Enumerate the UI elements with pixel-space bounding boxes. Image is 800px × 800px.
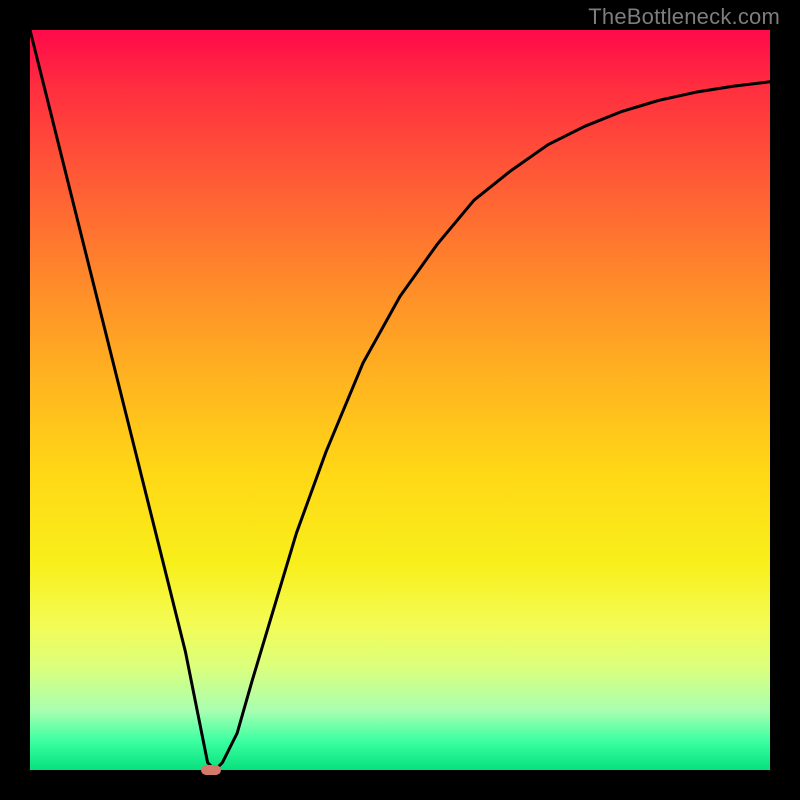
plot-area [30, 30, 770, 770]
minimum-marker [201, 765, 221, 775]
bottleneck-curve [30, 30, 770, 770]
watermark-text: TheBottleneck.com [588, 4, 780, 30]
chart-frame: TheBottleneck.com [0, 0, 800, 800]
